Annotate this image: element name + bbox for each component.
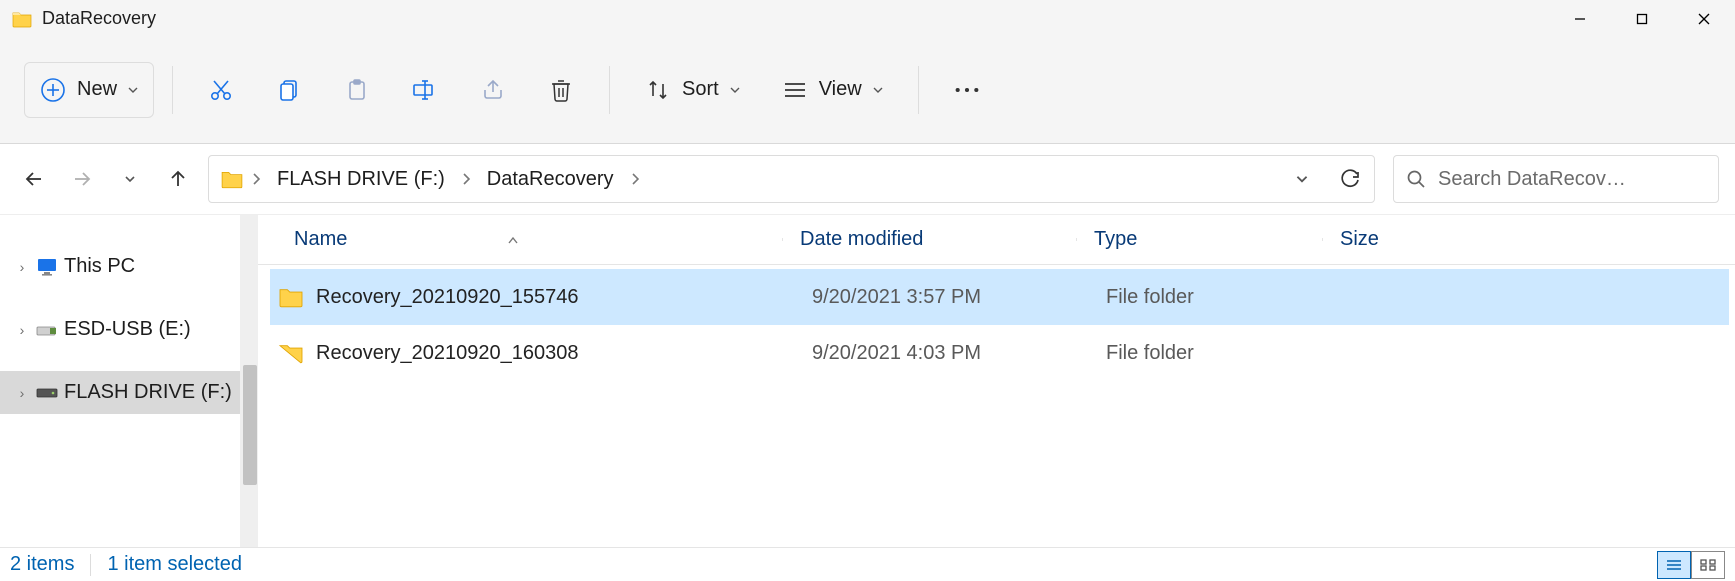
expand-icon[interactable]: › — [14, 259, 30, 275]
share-icon — [479, 76, 507, 104]
sort-indicator-icon — [507, 235, 519, 245]
folder-icon — [221, 169, 243, 189]
new-button-label: New — [77, 78, 117, 101]
folder-icon — [278, 342, 304, 364]
breadcrumb-label: DataRecovery — [487, 168, 614, 191]
file-date: 9/20/2021 3:57 PM — [794, 286, 1088, 309]
chevron-right-icon[interactable] — [457, 172, 475, 186]
tree-item-flash-drive[interactable]: › FLASH DRIVE (F:) — [0, 371, 258, 414]
up-button[interactable] — [160, 161, 196, 197]
window-title: DataRecovery — [42, 8, 156, 29]
toolbar: New — [0, 36, 1735, 144]
recent-locations-button[interactable] — [112, 161, 148, 197]
usb-icon — [36, 319, 58, 341]
close-button[interactable] — [1673, 1, 1735, 37]
view-button-label: View — [819, 78, 862, 101]
file-row[interactable]: Recovery_20210920_155746 9/20/2021 3:57 … — [270, 269, 1729, 325]
tree-item-label: ESD-USB (E:) — [64, 318, 191, 341]
search-box[interactable] — [1393, 155, 1719, 203]
column-headers: Name Date modified Type Size — [258, 215, 1735, 265]
copy-icon — [275, 76, 303, 104]
chevron-right-icon[interactable] — [626, 172, 644, 186]
list-icon — [781, 76, 809, 104]
share-button[interactable] — [463, 62, 523, 118]
drive-icon — [36, 382, 58, 404]
status-item-count: 2 items — [10, 553, 74, 576]
plus-circle-icon — [39, 76, 67, 104]
folder-icon — [278, 286, 304, 308]
expand-icon[interactable]: › — [14, 385, 30, 401]
more-button[interactable] — [937, 62, 997, 118]
refresh-button[interactable] — [1326, 156, 1374, 202]
sort-button[interactable]: Sort — [628, 62, 757, 118]
sort-button-label: Sort — [682, 78, 719, 101]
status-separator — [90, 554, 91, 576]
file-list: Name Date modified Type Size Recovery_20… — [258, 215, 1735, 547]
rename-button[interactable] — [395, 62, 455, 118]
chevron-down-icon — [872, 84, 884, 96]
toolbar-separator — [609, 66, 610, 114]
scrollbar-thumb[interactable] — [243, 365, 257, 485]
column-label: Date modified — [800, 228, 923, 250]
trash-icon — [547, 76, 575, 104]
address-history-button[interactable] — [1278, 156, 1326, 202]
tree-item-this-pc[interactable]: › This PC — [0, 245, 258, 288]
file-type: File folder — [1088, 342, 1334, 365]
toolbar-separator — [918, 66, 919, 114]
minimize-button[interactable] — [1549, 1, 1611, 37]
column-label: Name — [294, 228, 347, 251]
address-bar[interactable]: FLASH DRIVE (F:) DataRecovery — [208, 155, 1375, 203]
rename-icon — [411, 76, 439, 104]
breadcrumb-item[interactable]: FLASH DRIVE (F:) — [269, 162, 453, 197]
search-icon — [1406, 169, 1426, 189]
breadcrumb-label: FLASH DRIVE (F:) — [277, 168, 445, 191]
back-button[interactable] — [16, 161, 52, 197]
tree-item-label: This PC — [64, 255, 135, 278]
file-date: 9/20/2021 4:03 PM — [794, 342, 1088, 365]
column-name[interactable]: Name — [258, 228, 782, 251]
new-button[interactable]: New — [24, 62, 154, 118]
thumbnails-view-button[interactable] — [1691, 551, 1725, 579]
column-date[interactable]: Date modified — [782, 228, 1076, 251]
cut-button[interactable] — [191, 62, 251, 118]
chevron-down-icon — [127, 84, 139, 96]
file-name: Recovery_20210920_155746 — [316, 286, 578, 309]
file-name: Recovery_20210920_160308 — [316, 342, 578, 365]
expand-icon[interactable]: › — [14, 322, 30, 338]
folder-icon — [12, 10, 32, 28]
toolbar-separator — [172, 66, 173, 114]
delete-button[interactable] — [531, 62, 591, 118]
path-row: FLASH DRIVE (F:) DataRecovery — [0, 144, 1735, 214]
paste-button[interactable] — [327, 62, 387, 118]
status-bar: 2 items 1 item selected — [0, 547, 1735, 581]
column-label: Size — [1340, 228, 1379, 250]
column-label: Type — [1094, 228, 1137, 250]
column-size[interactable]: Size — [1322, 228, 1735, 251]
sort-icon — [644, 76, 672, 104]
chevron-right-icon[interactable] — [247, 172, 265, 186]
monitor-icon — [36, 256, 58, 278]
titlebar: DataRecovery — [0, 0, 1735, 36]
tree-item-label: FLASH DRIVE (F:) — [64, 381, 232, 404]
copy-button[interactable] — [259, 62, 319, 118]
clipboard-icon — [343, 76, 371, 104]
scissors-icon — [207, 76, 235, 104]
status-selection: 1 item selected — [107, 553, 242, 576]
details-view-button[interactable] — [1657, 551, 1691, 579]
navigation-tree: › This PC › ESD-USB (E:) › FLASH DRIVE (… — [0, 215, 258, 547]
forward-button[interactable] — [64, 161, 100, 197]
view-button[interactable]: View — [765, 62, 900, 118]
file-type: File folder — [1088, 286, 1334, 309]
search-input[interactable] — [1438, 168, 1706, 191]
file-row[interactable]: Recovery_20210920_160308 9/20/2021 4:03 … — [270, 325, 1729, 381]
maximize-button[interactable] — [1611, 1, 1673, 37]
chevron-down-icon — [729, 84, 741, 96]
more-icon — [953, 76, 981, 104]
breadcrumb-item[interactable]: DataRecovery — [479, 162, 622, 197]
column-type[interactable]: Type — [1076, 228, 1322, 251]
tree-item-esd-usb[interactable]: › ESD-USB (E:) — [0, 308, 258, 351]
